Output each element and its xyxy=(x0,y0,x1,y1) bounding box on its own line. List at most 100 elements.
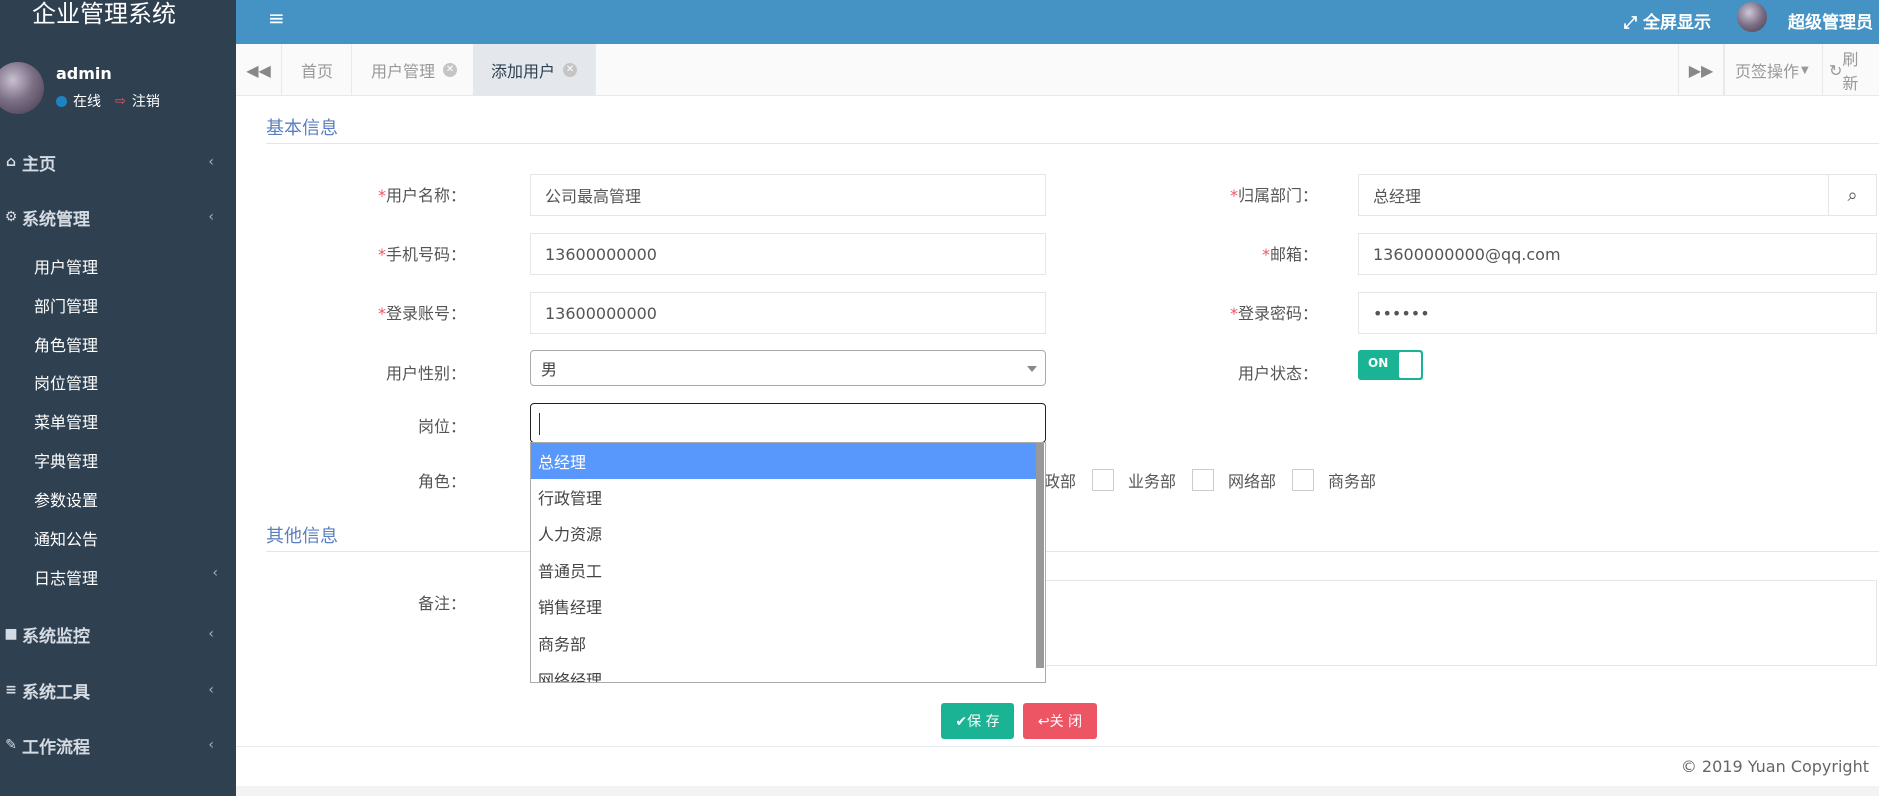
chevron-left-icon: ‹ xyxy=(208,626,214,642)
logout-link[interactable]: 注销 xyxy=(132,91,160,111)
sidebar-item-departments[interactable]: 部门管理 xyxy=(34,293,98,317)
save-button[interactable]: ✔保 存 xyxy=(941,703,1014,739)
dropdown-option[interactable]: 销售经理 xyxy=(531,588,1039,624)
header-avatar[interactable] xyxy=(1737,2,1767,32)
video-camera-icon: ■ xyxy=(4,626,18,642)
main-content: 基本信息 *用户名称： 公司最高管理 *归属部门： 总经理 ⌕ *手机号码： 1… xyxy=(236,96,1879,746)
section-other-title: 其他信息 xyxy=(266,526,338,547)
username-input[interactable]: 公司最高管理 xyxy=(530,174,1046,216)
hamburger-icon[interactable]: ≡ xyxy=(268,6,285,30)
chevron-left-icon: ‹ xyxy=(208,154,214,170)
caret-down-icon xyxy=(1027,366,1037,372)
nav-monitor[interactable]: ■ 系统监控 ‹ xyxy=(0,614,236,654)
online-label: 在线 xyxy=(73,94,101,110)
email-input[interactable]: 13600000000@qq.com xyxy=(1358,233,1877,275)
tab-scroll-right-icon[interactable]: ▶▶ xyxy=(1678,44,1724,96)
nav-system[interactable]: ⚙ 系统管理 ‹ xyxy=(0,197,236,237)
nav-tools[interactable]: ≡ 系统工具 ‹ xyxy=(0,670,236,710)
footer: © 2019 Yuan Copyright xyxy=(236,746,1879,786)
chevron-left-icon: ‹ xyxy=(212,565,218,581)
dropdown-option[interactable]: 网络经理 xyxy=(531,661,1039,682)
close-tab-icon[interactable]: ✕ xyxy=(443,63,458,77)
role-option-label: 业务部 xyxy=(1128,472,1177,491)
sidebar-item-notices[interactable]: 通知公告 xyxy=(34,526,98,550)
toggle-knob xyxy=(1399,352,1421,378)
chevron-left-icon: ‹ xyxy=(208,682,214,698)
status-toggle[interactable]: ON xyxy=(1358,350,1423,380)
tab-scroll-left-icon[interactable]: ◀◀ xyxy=(236,44,282,96)
dropdown-option[interactable]: 总经理 xyxy=(531,443,1039,479)
sidebar-item-users[interactable]: 用户管理 xyxy=(34,254,98,278)
dropdown-scrollbar[interactable] xyxy=(1036,443,1044,668)
online-dot-icon xyxy=(56,95,67,107)
close-button[interactable]: ↩关 闭 xyxy=(1023,703,1097,739)
header-user-name[interactable]: 超级管理员 xyxy=(1788,8,1873,33)
user-profile: admin 在线 ⇨ 注销 xyxy=(0,60,236,120)
tab-add-user-label: 添加用户 xyxy=(491,62,556,81)
sidebar-item-params[interactable]: 参数设置 xyxy=(34,487,98,511)
dept-input[interactable]: 总经理 xyxy=(1358,174,1829,216)
role-checkbox[interactable] xyxy=(1192,469,1215,491)
password-label: *登录密码： xyxy=(1229,304,1318,323)
dept-label: *归属部门： xyxy=(1229,186,1318,205)
username-label: *用户名称： xyxy=(377,186,466,205)
login-name-input[interactable]: 13600000000 xyxy=(530,292,1046,334)
section-divider xyxy=(266,551,1879,552)
role-label: 角色： xyxy=(417,472,466,491)
role-checkbox[interactable] xyxy=(1092,469,1115,491)
tab-add-user[interactable]: 添加用户 ✕ xyxy=(473,44,597,96)
dropdown-option[interactable]: 普通员工 xyxy=(531,552,1039,588)
refresh-button[interactable]: ↻ 刷新 xyxy=(1822,44,1879,96)
tab-bar: ◀◀ 首页 用户管理 ✕ 添加用户 ✕ ▶▶ 页签操作 ▼ ↻ 刷新 xyxy=(236,44,1879,96)
nav-system-label: 系统管理 xyxy=(22,209,90,230)
nav-home[interactable]: ⌂ 主页 ‹ xyxy=(0,142,236,182)
post-search-input[interactable] xyxy=(530,403,1046,443)
gender-selected: 男 xyxy=(541,360,558,379)
sidebar-item-posts[interactable]: 岗位管理 xyxy=(34,370,98,394)
copyright: © 2019 Yuan Copyright xyxy=(1680,757,1869,776)
sidebar-item-menus[interactable]: 菜单管理 xyxy=(34,409,98,433)
role-checkbox-group: 政部 业务部 网络部 商务部 xyxy=(1044,468,1376,492)
app-title: 企业管理系统 xyxy=(0,0,236,44)
nav-workflow[interactable]: ✎ 工作流程 ‹ xyxy=(0,725,236,765)
status-toggle-text: ON xyxy=(1368,356,1389,370)
section-basic-title: 基本信息 xyxy=(266,118,338,139)
role-option-label: 政部 xyxy=(1044,472,1077,491)
chevron-left-icon: ‹ xyxy=(208,737,214,753)
tab-user-management[interactable]: 用户管理 ✕ xyxy=(353,44,477,96)
avatar[interactable] xyxy=(0,62,44,114)
page-ops-dropdown[interactable]: 页签操作 ▼ xyxy=(1724,44,1819,96)
login-name-label: *登录账号： xyxy=(377,304,466,323)
close-tab-icon[interactable]: ✕ xyxy=(563,63,578,77)
chevron-left-icon: ‹ xyxy=(208,209,214,225)
refresh-label: 刷新 xyxy=(1842,50,1859,93)
phone-label: *手机号码： xyxy=(377,245,466,264)
phone-input[interactable]: 13600000000 xyxy=(530,233,1046,275)
wrench-icon: ✎ xyxy=(5,737,17,753)
sidebar-item-dictionary[interactable]: 字典管理 xyxy=(34,448,98,472)
tab-home-label: 首页 xyxy=(301,62,334,81)
nav-home-label: 主页 xyxy=(22,154,56,175)
caret-down-icon: ▼ xyxy=(1801,64,1809,76)
gender-select[interactable]: 男 xyxy=(530,350,1046,386)
post-dropdown: 总经理 行政管理 人力资源 普通员工 销售经理 商务部 网络经理 xyxy=(530,442,1046,683)
status-label: 用户状态： xyxy=(1237,364,1318,383)
text-cursor xyxy=(539,413,540,435)
role-checkbox[interactable] xyxy=(1292,469,1315,491)
dropdown-option[interactable]: 商务部 xyxy=(531,625,1039,661)
sidebar-item-logs[interactable]: 日志管理 xyxy=(34,565,98,589)
gender-label: 用户性别： xyxy=(385,364,466,383)
sidebar-item-roles[interactable]: 角色管理 xyxy=(34,332,98,356)
dropdown-option[interactable]: 人力资源 xyxy=(531,515,1039,551)
logout-icon[interactable]: ⇨ xyxy=(115,94,126,109)
dropdown-option[interactable]: 行政管理 xyxy=(531,479,1039,515)
tab-home[interactable]: 首页 xyxy=(283,44,353,96)
fullscreen-button[interactable]: ⤢ 全屏显示 xyxy=(1623,8,1711,33)
post-label: 岗位： xyxy=(417,417,466,436)
password-input[interactable]: •••••• xyxy=(1358,292,1877,334)
top-header: ≡ ⤢ 全屏显示 超级管理员 xyxy=(236,0,1879,44)
nav-tools-label: 系统工具 xyxy=(22,682,90,703)
dept-search-button[interactable]: ⌕ xyxy=(1829,174,1877,216)
tab-user-management-label: 用户管理 xyxy=(371,62,436,81)
fullscreen-label: 全屏显示 xyxy=(1643,13,1711,33)
